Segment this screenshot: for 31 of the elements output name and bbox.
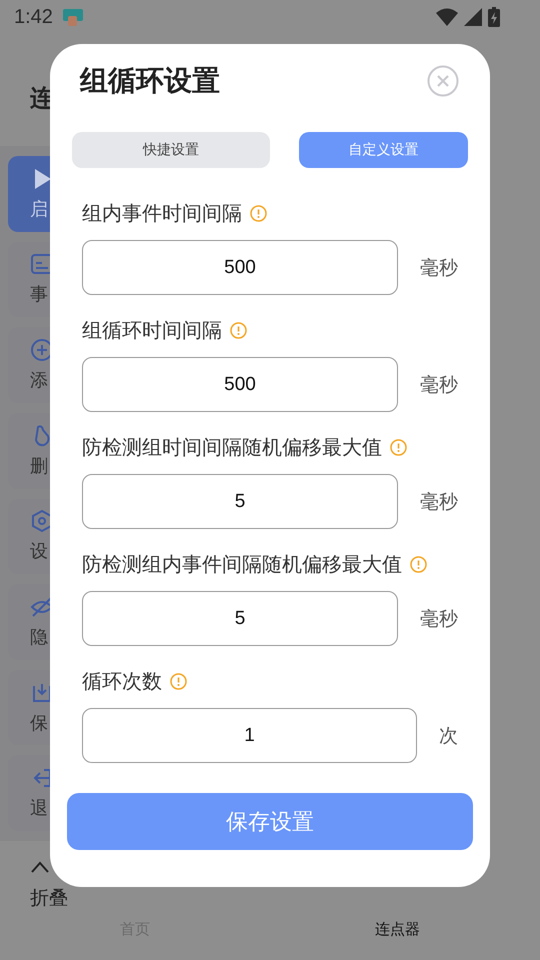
nav-tab[interactable]: 连点器	[375, 920, 420, 939]
dialog-title: 组循环设置	[80, 63, 220, 99]
info-icon[interactable]	[170, 672, 187, 690]
field-label: 防检测组时间间隔随机偏移最大值	[82, 434, 382, 460]
close-button[interactable]	[427, 65, 459, 97]
collapse-label[interactable]: 折叠	[30, 885, 68, 911]
input-field[interactable]: 500	[82, 357, 398, 412]
unit-label: 次	[439, 724, 458, 748]
info-icon[interactable]	[410, 556, 427, 572]
input-field[interactable]: 5	[82, 474, 398, 529]
unit-label: 毫秒	[420, 256, 458, 280]
unit-label: 毫秒	[420, 372, 458, 398]
field-label: 循环次数	[82, 668, 162, 694]
info-icon[interactable]	[250, 204, 267, 222]
battery-icon	[488, 7, 500, 27]
tab[interactable]: 快捷设置	[72, 132, 270, 168]
unit-label: 毫秒	[420, 490, 458, 514]
input-field[interactable]: 500	[82, 240, 398, 295]
input-field[interactable]: 5	[82, 591, 398, 646]
app-notification-icon	[62, 8, 83, 26]
signal-icon	[464, 8, 482, 26]
input-field[interactable]: 1	[82, 708, 417, 763]
chevron-up-icon[interactable]	[30, 861, 50, 873]
wifi-icon	[436, 8, 458, 26]
info-icon[interactable]	[230, 322, 247, 338]
field-label: 防检测组内事件间隔随机偏移最大值	[82, 550, 402, 578]
info-icon[interactable]	[390, 438, 407, 456]
field-label: 组循环时间间隔	[82, 316, 222, 344]
status-time: 1:42	[14, 6, 53, 28]
field-label: 组内事件时间间隔	[82, 200, 242, 226]
unit-label: 毫秒	[420, 606, 458, 632]
